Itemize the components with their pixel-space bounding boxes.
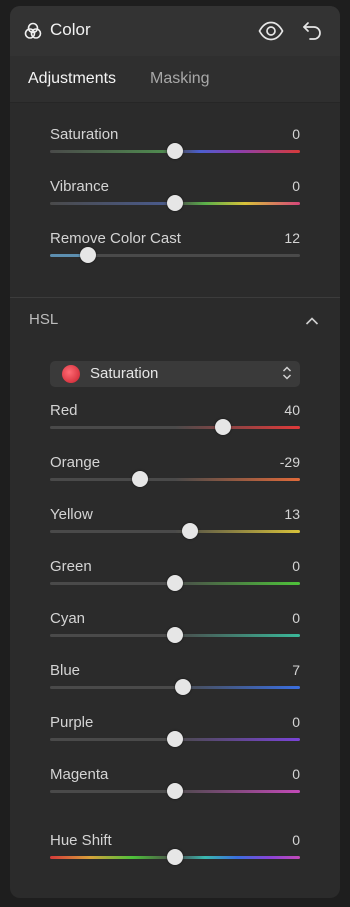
- vibrance-value[interactable]: 0: [292, 178, 300, 194]
- color-circles-icon: [24, 22, 42, 45]
- saturation-value[interactable]: 0: [292, 126, 300, 142]
- red-swatch-icon: [62, 365, 80, 383]
- slider-row-remove-color-cast: Remove Color Cast 12: [50, 230, 300, 264]
- panel-header[interactable]: Color: [10, 6, 340, 56]
- hsl-mode-dropdown[interactable]: Saturation: [50, 361, 300, 387]
- magenta-label: Magenta: [50, 766, 109, 783]
- purple-value[interactable]: 0: [292, 714, 300, 730]
- yellow-slider-thumb[interactable]: [182, 523, 198, 539]
- purple-label: Purple: [50, 714, 94, 731]
- vibrance-label: Vibrance: [50, 178, 109, 195]
- saturation-label: Saturation: [50, 126, 119, 143]
- blue-slider-thumb[interactable]: [174, 679, 191, 695]
- orange-value[interactable]: -29: [280, 454, 300, 470]
- red-slider-track[interactable]: [50, 426, 300, 429]
- tab-masking[interactable]: Masking: [150, 70, 210, 88]
- vibrance-slider-thumb[interactable]: [167, 195, 183, 211]
- hsl-section-label: HSL: [29, 311, 59, 328]
- yellow-label: Yellow: [50, 506, 93, 523]
- hue-shift-value[interactable]: 0: [292, 832, 300, 848]
- remove-color-cast-value[interactable]: 12: [284, 230, 300, 246]
- chevron-up-icon[interactable]: [305, 313, 319, 331]
- cyan-slider-thumb[interactable]: [167, 627, 183, 643]
- color-panel: Color Adjustments Masking Saturation 0 Vib…: [10, 6, 340, 898]
- orange-label: Orange: [50, 454, 101, 471]
- remove-color-cast-slider-thumb[interactable]: [79, 247, 96, 263]
- cyan-label: Cyan: [50, 610, 86, 627]
- slider-row-magenta: Magenta 0: [50, 766, 300, 800]
- tab-adjustments[interactable]: Adjustments: [28, 70, 116, 88]
- slider-row-saturation: Saturation 0: [50, 126, 300, 160]
- green-slider-thumb[interactable]: [167, 575, 183, 591]
- orange-slider-track[interactable]: [50, 478, 300, 481]
- magenta-slider-thumb[interactable]: [167, 783, 183, 799]
- slider-row-blue: Blue 7: [50, 662, 300, 696]
- yellow-slider-track[interactable]: [50, 530, 300, 533]
- slider-row-hue-shift: Hue Shift 0: [50, 832, 300, 866]
- slider-row-yellow: Yellow 13: [50, 506, 300, 540]
- purple-slider-thumb[interactable]: [167, 731, 183, 747]
- green-value[interactable]: 0: [292, 558, 300, 574]
- hue-shift-label: Hue Shift: [50, 832, 112, 849]
- slider-row-green: Green 0: [50, 558, 300, 592]
- panel-title: Color: [50, 20, 91, 39]
- section-divider: [10, 297, 340, 298]
- slider-row-orange: Orange -29: [50, 454, 300, 488]
- slider-row-purple: Purple 0: [50, 714, 300, 748]
- yellow-value[interactable]: 13: [284, 506, 300, 522]
- red-slider-thumb[interactable]: [214, 419, 231, 435]
- tab-bar: Adjustments Masking: [10, 56, 340, 103]
- hue-shift-slider-thumb[interactable]: [167, 849, 183, 865]
- slider-row-red: Red 40: [50, 402, 300, 436]
- red-label: Red: [50, 402, 78, 419]
- eye-icon[interactable]: [258, 21, 284, 46]
- slider-row-vibrance: Vibrance 0: [50, 178, 300, 212]
- undo-icon[interactable]: [302, 20, 322, 45]
- saturation-slider-thumb[interactable]: [167, 143, 183, 159]
- hsl-mode-value: Saturation: [90, 365, 159, 382]
- cyan-value[interactable]: 0: [292, 610, 300, 626]
- updown-chevron-icon: [282, 366, 292, 385]
- slider-row-cyan: Cyan 0: [50, 610, 300, 644]
- green-label: Green: [50, 558, 92, 575]
- remove-color-cast-label: Remove Color Cast: [50, 230, 181, 247]
- blue-label: Blue: [50, 662, 81, 679]
- magenta-value[interactable]: 0: [292, 766, 300, 782]
- orange-slider-thumb[interactable]: [132, 471, 148, 487]
- red-value[interactable]: 40: [284, 402, 300, 418]
- blue-value[interactable]: 7: [292, 662, 300, 678]
